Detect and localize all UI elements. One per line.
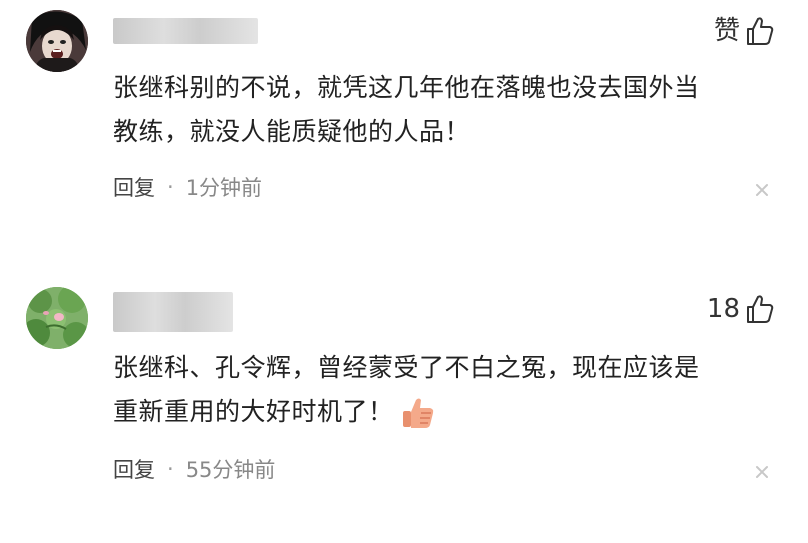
comment-text-line: 教练，就没人能质疑他的人品！: [113, 117, 471, 146]
avatar-image: [26, 287, 88, 349]
thumb-up-icon: [747, 295, 774, 323]
reply-button[interactable]: 回复: [113, 454, 155, 484]
comment-item: 18 张继科、孔令辉，曾经蒙受了不白之冤，现在应该是 重新重用的大好时机了！ 回…: [0, 282, 808, 512]
close-icon[interactable]: [754, 182, 770, 198]
meta-separator: ·: [167, 457, 174, 481]
comment-meta: 回复 · 1分钟前: [113, 172, 262, 202]
avatar-image: [26, 10, 88, 72]
username-blurred[interactable]: [113, 18, 258, 44]
comment-text-line: 张继科、孔令辉，曾经蒙受了不白之冤，现在应该是: [113, 353, 700, 382]
reply-button[interactable]: 回复: [113, 172, 155, 202]
meta-separator: ·: [167, 175, 174, 199]
avatar[interactable]: [26, 287, 88, 349]
close-icon[interactable]: [754, 464, 770, 480]
comment-time: 55分钟前: [185, 458, 276, 482]
comment-meta: 回复 · 55分钟前: [113, 454, 275, 484]
comment-text: 张继科别的不说，就凭这几年他在落魄也没去国外当 教练，就没人能质疑他的人品！: [113, 66, 773, 154]
username-blurred[interactable]: [113, 292, 233, 332]
comment-item: 赞 张继科别的不说，就凭这几年他在落魄也没去国外当 教练，就没人能质疑他的人品！…: [0, 0, 808, 230]
like-button[interactable]: 赞: [714, 14, 774, 48]
comment-text-segment: 重新重用的大好时机了！: [113, 397, 394, 426]
like-button[interactable]: 18: [707, 292, 774, 326]
comment-text-line: 重新重用的大好时机了！: [113, 390, 773, 434]
avatar[interactable]: [26, 10, 88, 72]
comment-time: 1分钟前: [185, 176, 263, 200]
thumb-up-icon: [747, 17, 774, 45]
like-count: 赞: [713, 16, 740, 46]
like-count: 18: [706, 294, 740, 324]
comment-text-line: 张继科别的不说，就凭这几年他在落魄也没去国外当: [113, 73, 700, 102]
comment-text: 张继科、孔令辉，曾经蒙受了不白之冤，现在应该是 重新重用的大好时机了！: [113, 346, 773, 434]
thumbs-up-emoji: [402, 398, 433, 428]
